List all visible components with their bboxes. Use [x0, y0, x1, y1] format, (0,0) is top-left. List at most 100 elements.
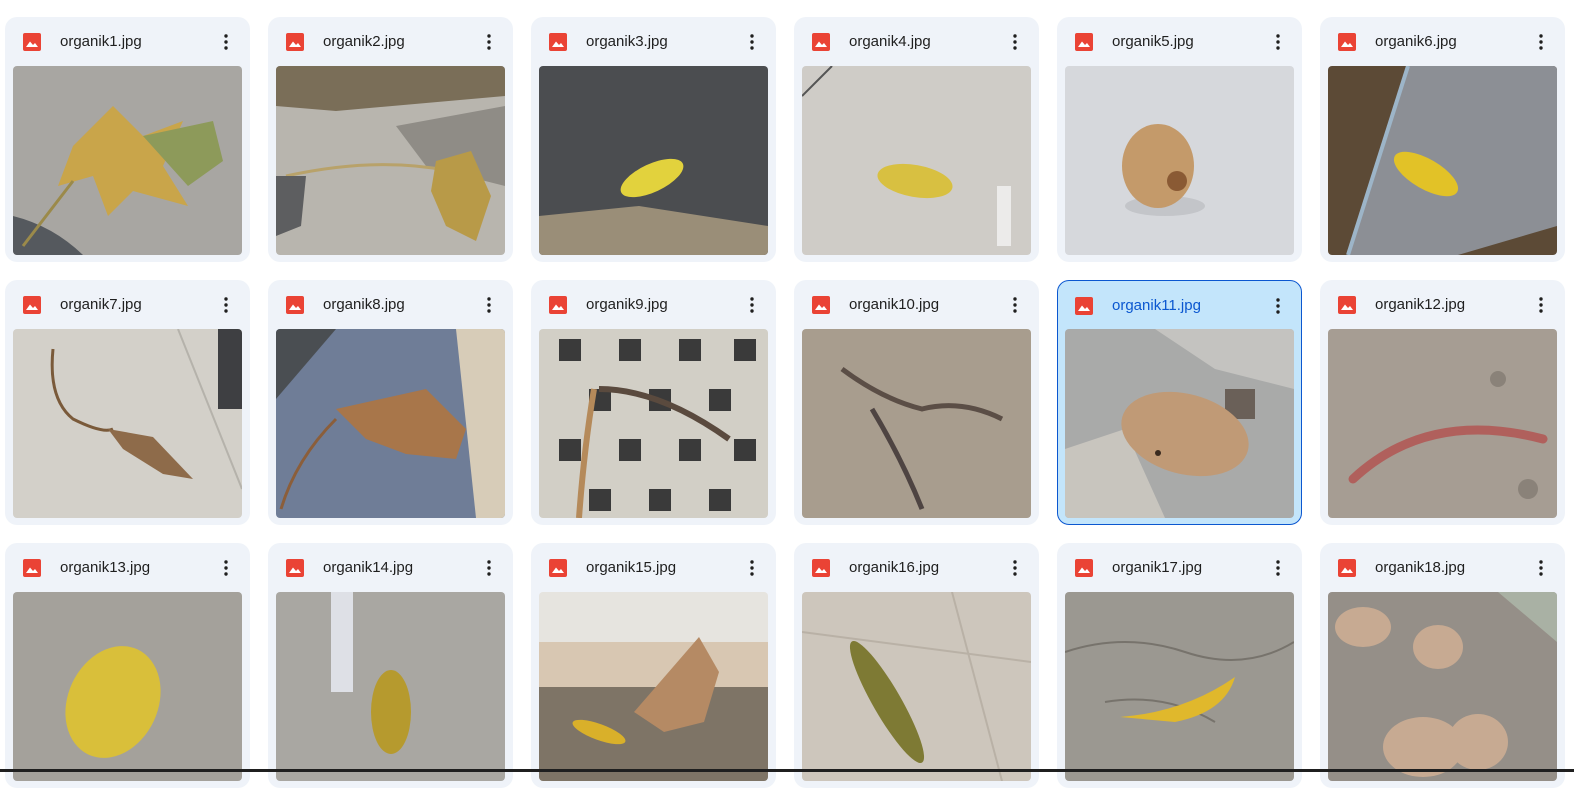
more-vert-icon[interactable]	[477, 556, 501, 580]
file-card-header: organik6.jpg	[1320, 17, 1565, 66]
more-vert-icon[interactable]	[1529, 293, 1553, 317]
file-name: organik6.jpg	[1375, 33, 1457, 50]
file-thumbnail[interactable]	[276, 66, 505, 255]
file-card-header: organik11.jpg	[1058, 281, 1301, 330]
file-thumbnail[interactable]	[13, 329, 242, 518]
file-thumbnail[interactable]	[276, 592, 505, 781]
more-vert-icon[interactable]	[477, 30, 501, 54]
image-file-icon	[1075, 32, 1093, 51]
image-file-icon	[1075, 296, 1093, 315]
image-file-icon	[1338, 295, 1356, 314]
file-thumbnail[interactable]	[1328, 329, 1557, 518]
file-card[interactable]: organik7.jpg	[5, 280, 250, 525]
file-card[interactable]: organik18.jpg	[1320, 543, 1565, 788]
file-name: organik8.jpg	[323, 296, 405, 313]
file-card-header: organik4.jpg	[794, 17, 1039, 66]
more-vert-icon[interactable]	[1529, 556, 1553, 580]
image-file-icon	[1338, 558, 1356, 577]
file-name: organik18.jpg	[1375, 559, 1466, 576]
image-file-icon	[1075, 558, 1093, 577]
file-name: organik3.jpg	[586, 33, 668, 50]
file-name: organik9.jpg	[586, 296, 668, 313]
file-thumbnail[interactable]	[1328, 592, 1557, 781]
file-card[interactable]: organik3.jpg	[531, 17, 776, 262]
file-card[interactable]: organik16.jpg	[794, 543, 1039, 788]
file-card[interactable]: organik9.jpg	[531, 280, 776, 525]
file-card-header: organik1.jpg	[5, 17, 250, 66]
image-file-icon	[549, 295, 567, 314]
file-thumbnail[interactable]	[1065, 66, 1294, 255]
file-card-header: organik10.jpg	[794, 280, 1039, 329]
file-thumbnail[interactable]	[276, 329, 505, 518]
file-card-header: organik2.jpg	[268, 17, 513, 66]
file-card[interactable]: organik8.jpg	[268, 280, 513, 525]
more-vert-icon[interactable]	[214, 293, 238, 317]
image-file-icon	[286, 295, 304, 314]
more-vert-icon[interactable]	[1266, 556, 1290, 580]
file-name: organik12.jpg	[1375, 296, 1466, 313]
image-file-icon	[286, 558, 304, 577]
file-card-header: organik8.jpg	[268, 280, 513, 329]
more-vert-icon[interactable]	[1266, 294, 1290, 318]
file-card-header: organik16.jpg	[794, 543, 1039, 592]
file-name: organik13.jpg	[60, 559, 151, 576]
file-card-header: organik17.jpg	[1057, 543, 1302, 592]
file-card-header: organik14.jpg	[268, 543, 513, 592]
file-card-header: organik13.jpg	[5, 543, 250, 592]
more-vert-icon[interactable]	[214, 556, 238, 580]
file-thumbnail[interactable]	[539, 329, 768, 518]
image-file-icon	[286, 32, 304, 51]
file-thumbnail[interactable]	[13, 592, 242, 781]
image-file-icon	[549, 32, 567, 51]
file-name: organik14.jpg	[323, 559, 414, 576]
file-thumbnail[interactable]	[1328, 66, 1557, 255]
file-card[interactable]: organik12.jpg	[1320, 280, 1565, 525]
more-vert-icon[interactable]	[214, 30, 238, 54]
file-card[interactable]: organik10.jpg	[794, 280, 1039, 525]
file-card[interactable]: organik17.jpg	[1057, 543, 1302, 788]
file-thumbnail[interactable]	[802, 592, 1031, 781]
file-card[interactable]: organik15.jpg	[531, 543, 776, 788]
file-name: organik10.jpg	[849, 296, 940, 313]
file-thumbnail[interactable]	[539, 66, 768, 255]
file-thumbnail[interactable]	[539, 592, 768, 781]
file-thumbnail[interactable]	[802, 329, 1031, 518]
more-vert-icon[interactable]	[740, 293, 764, 317]
more-vert-icon[interactable]	[740, 556, 764, 580]
file-card[interactable]: organik1.jpg	[5, 17, 250, 262]
file-card[interactable]: organik2.jpg	[268, 17, 513, 262]
image-file-icon	[23, 295, 41, 314]
more-vert-icon[interactable]	[1003, 30, 1027, 54]
file-card-header: organik5.jpg	[1057, 17, 1302, 66]
more-vert-icon[interactable]	[740, 30, 764, 54]
file-thumbnail[interactable]	[1065, 329, 1294, 518]
file-name: organik4.jpg	[849, 33, 931, 50]
image-file-icon	[549, 558, 567, 577]
file-card[interactable]: organik14.jpg	[268, 543, 513, 788]
file-thumbnail[interactable]	[13, 66, 242, 255]
file-card-header: organik15.jpg	[531, 543, 776, 592]
more-vert-icon[interactable]	[1266, 30, 1290, 54]
file-grid: organik1.jpg organik2.jpg organik3.jpg o…	[5, 17, 1565, 788]
file-name: organik16.jpg	[849, 559, 940, 576]
file-card[interactable]: organik13.jpg	[5, 543, 250, 788]
file-name: organik2.jpg	[323, 33, 405, 50]
file-thumbnail[interactable]	[802, 66, 1031, 255]
file-thumbnail[interactable]	[1065, 592, 1294, 781]
file-name: organik11.jpg	[1112, 297, 1201, 314]
file-card-header: organik18.jpg	[1320, 543, 1565, 592]
file-card[interactable]: organik6.jpg	[1320, 17, 1565, 262]
more-vert-icon[interactable]	[477, 293, 501, 317]
image-file-icon	[23, 32, 41, 51]
file-card[interactable]: organik5.jpg	[1057, 17, 1302, 262]
file-card-header: organik3.jpg	[531, 17, 776, 66]
image-file-icon	[1338, 32, 1356, 51]
file-card[interactable]: organik4.jpg	[794, 17, 1039, 262]
more-vert-icon[interactable]	[1003, 556, 1027, 580]
image-file-icon	[812, 558, 830, 577]
file-name: organik1.jpg	[60, 33, 142, 50]
file-name: organik5.jpg	[1112, 33, 1194, 50]
more-vert-icon[interactable]	[1003, 293, 1027, 317]
file-card-selected[interactable]: organik11.jpg	[1057, 280, 1302, 525]
more-vert-icon[interactable]	[1529, 30, 1553, 54]
